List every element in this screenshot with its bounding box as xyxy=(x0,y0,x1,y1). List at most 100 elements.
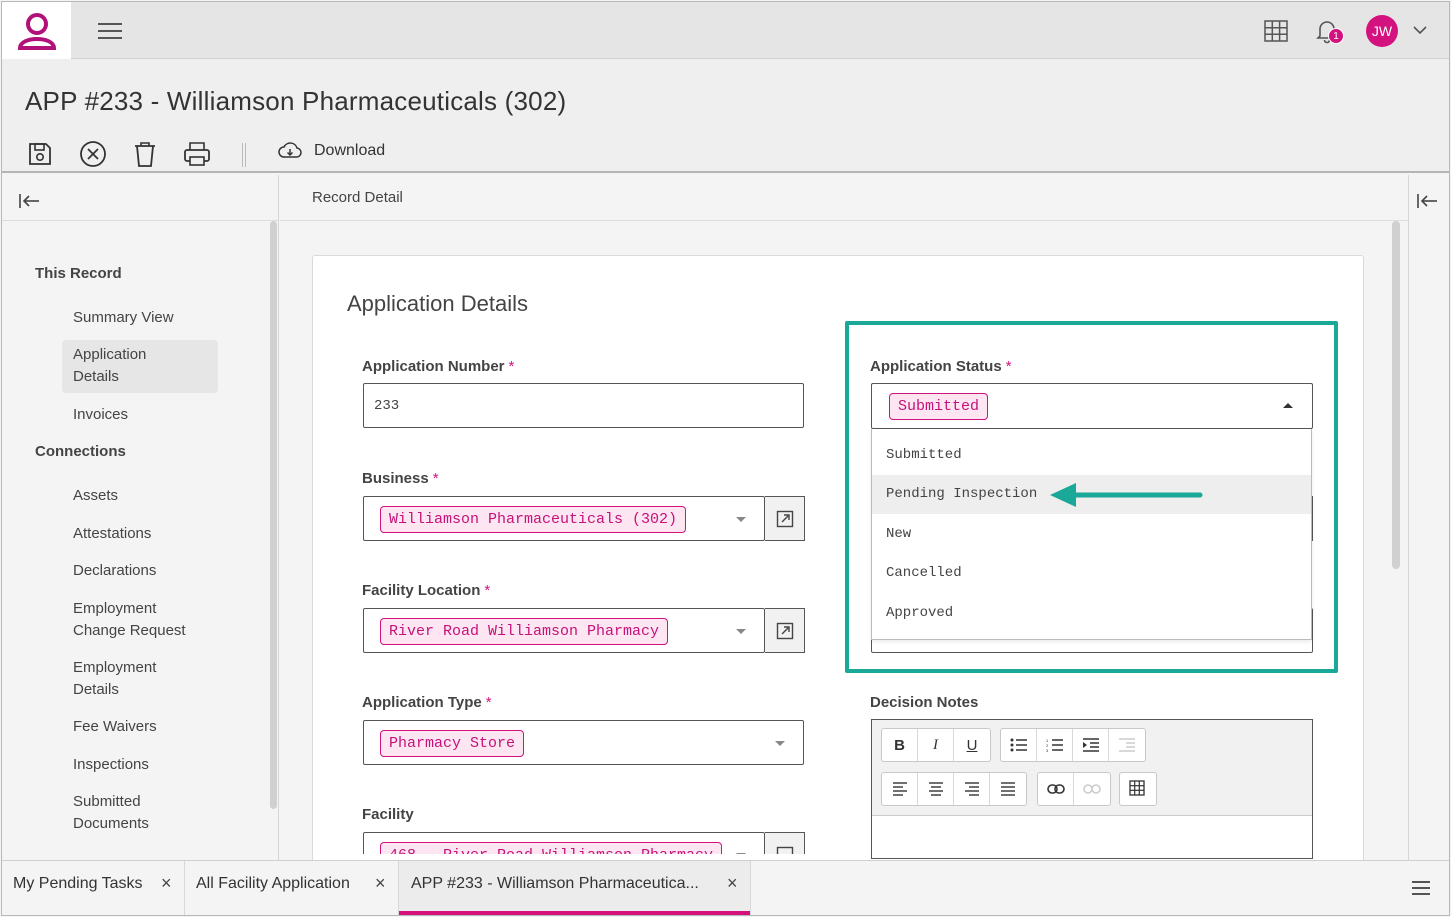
status-highlight-box xyxy=(845,321,1338,673)
tab-label: All Facility Application xyxy=(196,875,350,892)
indent-icon xyxy=(1082,738,1099,752)
unlink-button[interactable] xyxy=(1074,773,1110,805)
bullet-list-icon xyxy=(1010,738,1027,752)
open-external-icon xyxy=(776,510,793,527)
tab-my-pending-tasks[interactable]: My Pending Tasks × xyxy=(2,861,185,915)
delete-button[interactable] xyxy=(130,139,160,169)
open-facility-location-button[interactable] xyxy=(765,608,805,653)
app-window: 1 JW APP #233 - Williamson Pharmaceutica… xyxy=(1,1,1450,916)
chevron-down-icon xyxy=(736,517,746,522)
open-facility-button[interactable] xyxy=(765,832,805,854)
table-group xyxy=(1119,772,1157,806)
menu-icon[interactable] xyxy=(98,20,122,40)
toolbar-separator xyxy=(242,143,246,167)
bold-button[interactable]: B xyxy=(882,729,918,761)
page-title: APP #233 - Williamson Pharmaceuticals (3… xyxy=(25,86,567,116)
facility-location-label: Facility Location * xyxy=(362,582,491,599)
application-type-select[interactable]: Pharmacy Store xyxy=(363,720,804,765)
decision-notes-label: Decision Notes xyxy=(870,694,979,711)
nav-section-connections: Connections xyxy=(35,443,126,460)
apps-grid-icon[interactable] xyxy=(1264,20,1288,42)
facility-location-select[interactable]: River Road Williamson Pharmacy xyxy=(363,608,765,653)
tab-all-facility-application[interactable]: All Facility Application × xyxy=(185,861,399,915)
record-detail-title: Record Detail xyxy=(312,189,403,206)
chevron-down-icon[interactable] xyxy=(1412,24,1428,36)
nav-scrollbar[interactable] xyxy=(270,221,277,809)
close-icon[interactable]: × xyxy=(727,873,738,894)
table-icon xyxy=(1129,780,1145,796)
application-number-label: Application Number * xyxy=(362,358,515,375)
facility-label: Facility xyxy=(362,806,414,823)
format-group: B I U xyxy=(881,728,991,762)
save-button[interactable] xyxy=(25,139,55,169)
record-detail-header: Record Detail xyxy=(280,175,1408,221)
record-nav-panel: This Record Summary View Application Det… xyxy=(2,175,279,860)
cancel-button[interactable] xyxy=(78,139,108,169)
insert-link-button[interactable] xyxy=(1038,773,1074,805)
trash-icon xyxy=(135,142,155,167)
record-header: APP #233 - Williamson Pharmaceuticals (3… xyxy=(2,59,1449,173)
list-group: 123 xyxy=(1000,728,1146,762)
close-icon[interactable]: × xyxy=(161,873,172,894)
toolbar: Download xyxy=(2,139,1449,173)
open-business-button[interactable] xyxy=(765,496,805,541)
application-number-input[interactable]: 233 xyxy=(363,383,804,428)
logo-icon xyxy=(17,12,56,50)
download-button[interactable]: Download xyxy=(278,141,385,161)
nav-item-submitted-documents[interactable]: Submitted Documents xyxy=(73,791,193,835)
nav-item-assets[interactable]: Assets xyxy=(73,485,118,507)
insert-table-button[interactable] xyxy=(1120,773,1156,805)
outdent-button[interactable] xyxy=(1109,729,1145,761)
decision-notes-editor[interactable]: B I U 123 xyxy=(871,719,1313,859)
facility-location-tag: River Road Williamson Pharmacy xyxy=(380,618,669,645)
application-number-value: 233 xyxy=(374,398,400,414)
facility-field-clip: 468 - River Road Williamson Pharmacy xyxy=(363,832,805,854)
business-label: Business * xyxy=(362,470,439,487)
nav-item-fee-waivers[interactable]: Fee Waivers xyxy=(73,716,157,738)
numbered-list-button[interactable]: 123 xyxy=(1037,729,1073,761)
align-center-icon xyxy=(928,782,943,796)
indent-button[interactable] xyxy=(1073,729,1109,761)
nav-item-application-details[interactable]: Application Details xyxy=(73,344,193,388)
tab-app-233[interactable]: APP #233 - Williamson Pharmaceutica... × xyxy=(399,861,751,915)
nav-item-declarations[interactable]: Declarations xyxy=(73,560,156,582)
align-center-button[interactable] xyxy=(918,773,954,805)
collapse-left-icon[interactable] xyxy=(18,193,40,209)
app-logo[interactable] xyxy=(2,2,71,59)
align-group xyxy=(881,772,1027,806)
nav-section-this-record: This Record xyxy=(35,265,122,282)
align-left-icon xyxy=(892,782,907,796)
business-select[interactable]: Williamson Pharmaceuticals (302) xyxy=(363,496,765,541)
align-left-button[interactable] xyxy=(882,773,918,805)
nav-item-employment-details[interactable]: Employment Details xyxy=(73,657,193,701)
bullet-list-button[interactable] xyxy=(1001,729,1037,761)
tabs-menu-icon[interactable] xyxy=(1412,881,1430,899)
nav-item-summary-view[interactable]: Summary View xyxy=(73,307,174,329)
tab-label: My Pending Tasks xyxy=(13,875,143,892)
open-external-icon xyxy=(776,622,793,639)
justify-button[interactable] xyxy=(990,773,1026,805)
close-circle-icon xyxy=(80,141,106,167)
link-group xyxy=(1037,772,1111,806)
nav-item-invoices[interactable]: Invoices xyxy=(73,404,128,426)
collapse-right-panel-icon[interactable] xyxy=(1416,193,1438,209)
printer-icon xyxy=(184,142,210,166)
download-label: Download xyxy=(314,142,386,159)
close-icon[interactable]: × xyxy=(375,873,386,894)
print-button[interactable] xyxy=(182,139,212,169)
tab-label: APP #233 - Williamson Pharmaceutica... xyxy=(411,875,699,892)
unlink-icon xyxy=(1083,784,1101,794)
save-icon xyxy=(29,143,51,165)
italic-button[interactable]: I xyxy=(918,729,954,761)
cloud-download-icon xyxy=(278,142,302,158)
nav-item-inspections[interactable]: Inspections xyxy=(73,754,149,776)
application-type-label: Application Type * xyxy=(362,694,492,711)
main-scrollbar[interactable] xyxy=(1392,221,1400,569)
align-right-button[interactable] xyxy=(954,773,990,805)
facility-select[interactable]: 468 - River Road Williamson Pharmacy xyxy=(363,832,765,854)
nav-item-employment-change-request[interactable]: Employment Change Request xyxy=(73,598,213,642)
nav-item-attestations[interactable]: Attestations xyxy=(73,523,151,545)
user-avatar[interactable]: JW xyxy=(1366,15,1398,47)
underline-button[interactable]: U xyxy=(954,729,990,761)
application-type-tag: Pharmacy Store xyxy=(380,730,525,757)
